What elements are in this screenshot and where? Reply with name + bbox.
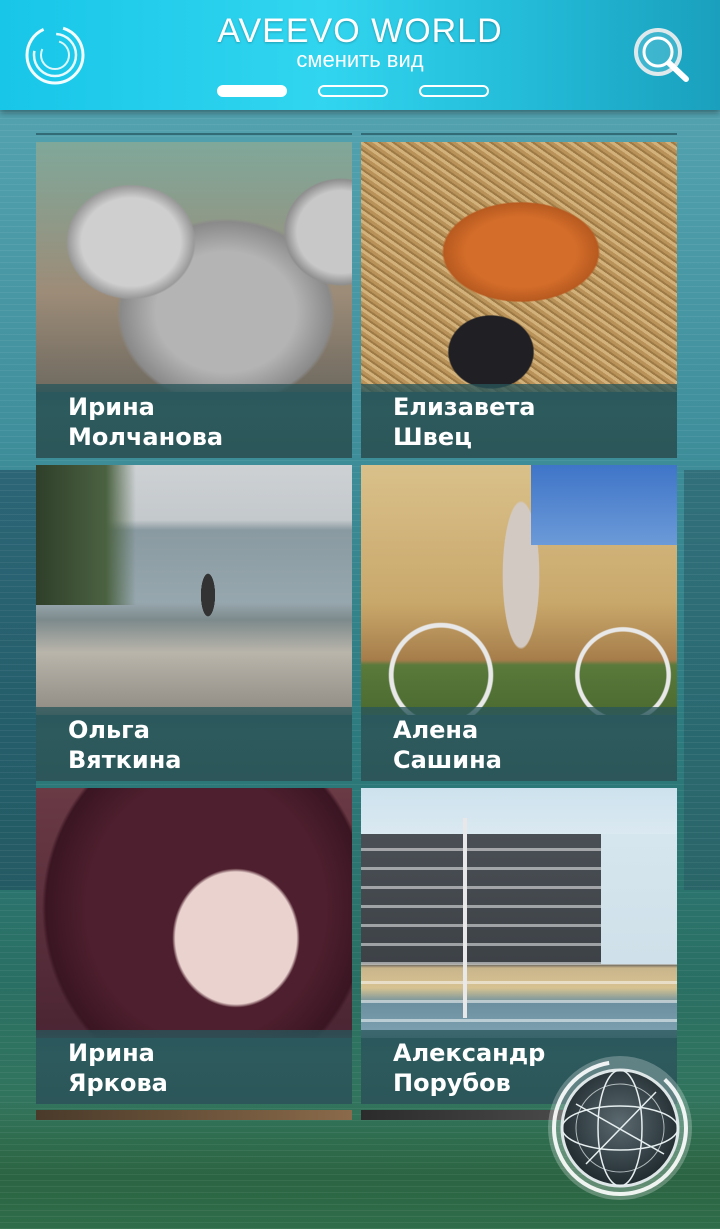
user-last-name: Сашина [393, 746, 502, 774]
photo-sky [361, 788, 677, 834]
user-card[interactable]: Елизавета Швец [361, 142, 677, 458]
user-card[interactable]: Алена Сашина [361, 465, 677, 781]
user-first-name: Ирина [68, 1039, 155, 1067]
photo-mast [463, 818, 467, 1018]
user-card[interactable]: Ирина Яркова [36, 788, 352, 1104]
user-name: Ирина Яркова [36, 1030, 352, 1104]
view-mode-map[interactable] [419, 85, 489, 97]
search-icon[interactable] [632, 26, 692, 84]
user-card[interactable]: Ирина Молчанова [36, 142, 352, 458]
user-last-name: Вяткина [68, 746, 182, 774]
user-photo-fox [361, 142, 677, 392]
user-name: Ирина Молчанова [36, 384, 352, 458]
globe-icon[interactable] [546, 1054, 694, 1202]
photo-sky [531, 465, 677, 545]
grid-divider [36, 133, 352, 135]
user-name: Алена Сашина [361, 707, 677, 781]
user-photo-building [361, 788, 677, 1038]
user-card[interactable]: Ольга Вяткина [36, 465, 352, 781]
user-photo-bicycle [361, 465, 677, 715]
grid-divider [361, 133, 677, 135]
user-first-name: Алена [393, 716, 479, 744]
user-last-name: Молчанова [68, 423, 224, 451]
app-title: AVEEVO WORLD [217, 12, 503, 50]
user-name: Ольга Вяткина [36, 707, 352, 781]
user-photo-koala [36, 142, 352, 392]
photo-sky [601, 834, 677, 964]
photo-trees [36, 465, 136, 605]
view-mode-switcher [217, 85, 489, 99]
user-first-name: Ирина [68, 393, 155, 421]
user-last-name: Швец [393, 423, 472, 451]
user-last-name: Яркова [68, 1069, 168, 1097]
view-mode-list[interactable] [318, 85, 388, 97]
user-first-name: Елизавета [393, 393, 536, 421]
change-view-label[interactable]: сменить вид [0, 47, 720, 73]
user-name: Елизавета Швец [361, 384, 677, 458]
user-photo-portrait [36, 788, 352, 1038]
user-first-name: Ольга [68, 716, 150, 744]
user-photo-lake [36, 465, 352, 715]
app-header: AVEEVO WORLD сменить вид [0, 0, 720, 110]
next-card-preview[interactable] [36, 1110, 352, 1120]
view-mode-grid[interactable] [217, 85, 287, 97]
